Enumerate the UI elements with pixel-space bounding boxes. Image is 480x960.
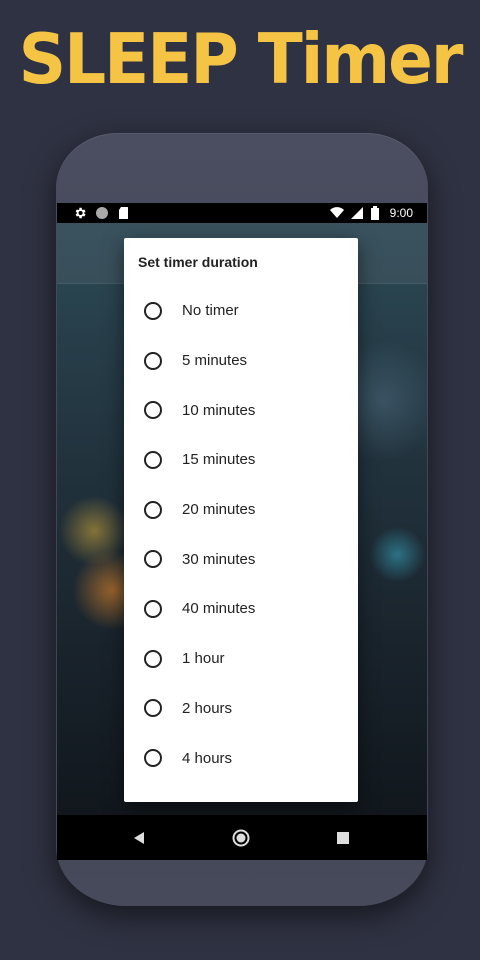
settings-icon xyxy=(73,206,87,220)
option-label: 40 minutes xyxy=(182,600,256,618)
option-label: 10 minutes xyxy=(182,401,256,419)
wifi-icon xyxy=(329,206,344,220)
option-15-minutes[interactable]: 15 minutes xyxy=(124,435,358,485)
radio-button[interactable] xyxy=(144,699,162,718)
option-10-minutes[interactable]: 10 minutes xyxy=(124,385,358,435)
navigation-bar xyxy=(57,815,427,860)
option-label: 2 hours xyxy=(182,699,233,717)
sd-card-icon xyxy=(117,206,131,220)
option-no-timer[interactable]: No timer xyxy=(124,286,358,336)
option-20-minutes[interactable]: 20 minutes xyxy=(124,485,358,535)
radio-button[interactable] xyxy=(144,599,162,618)
option-1-hour[interactable]: 1 hour xyxy=(124,634,358,684)
radio-button[interactable] xyxy=(144,749,162,768)
home-icon[interactable] xyxy=(230,827,252,849)
battery-icon xyxy=(370,206,384,220)
option-label: No timer xyxy=(182,302,239,320)
option-4-hours[interactable]: 4 hours xyxy=(124,733,358,783)
status-bar: 9:00 xyxy=(57,203,427,223)
recents-icon[interactable] xyxy=(332,827,354,849)
option-2-hours[interactable]: 2 hours xyxy=(124,684,358,734)
option-30-minutes[interactable]: 30 minutes xyxy=(124,534,358,584)
option-5-minutes[interactable]: 5 minutes xyxy=(124,336,358,386)
option-label: 1 hour xyxy=(182,650,225,668)
option-label: 15 minutes xyxy=(182,451,256,469)
option-label: 20 minutes xyxy=(182,501,256,519)
radio-button[interactable] xyxy=(144,401,162,420)
signal-icon xyxy=(350,206,364,220)
promo-title: SLEEP Timer xyxy=(18,19,464,100)
radio-button[interactable] xyxy=(144,550,162,569)
option-label: 4 hours xyxy=(182,749,233,767)
option-list: No timer 5 minutes 10 minutes 15 minutes… xyxy=(124,286,358,783)
back-icon[interactable] xyxy=(128,827,150,849)
option-label: 30 minutes xyxy=(182,550,256,568)
radio-button[interactable] xyxy=(144,649,162,668)
option-40-minutes[interactable]: 40 minutes xyxy=(124,584,358,634)
timer-dialog: Set timer duration No timer 5 minutes 10… xyxy=(124,238,358,802)
option-label: 5 minutes xyxy=(182,352,248,370)
radio-button[interactable] xyxy=(144,450,162,469)
radio-button[interactable] xyxy=(144,500,162,519)
status-time: 9:00 xyxy=(389,206,413,220)
dialog-title: Set timer duration xyxy=(138,254,258,270)
radio-button[interactable] xyxy=(144,301,162,320)
radio-button[interactable] xyxy=(144,351,162,370)
circle-icon xyxy=(95,206,109,220)
